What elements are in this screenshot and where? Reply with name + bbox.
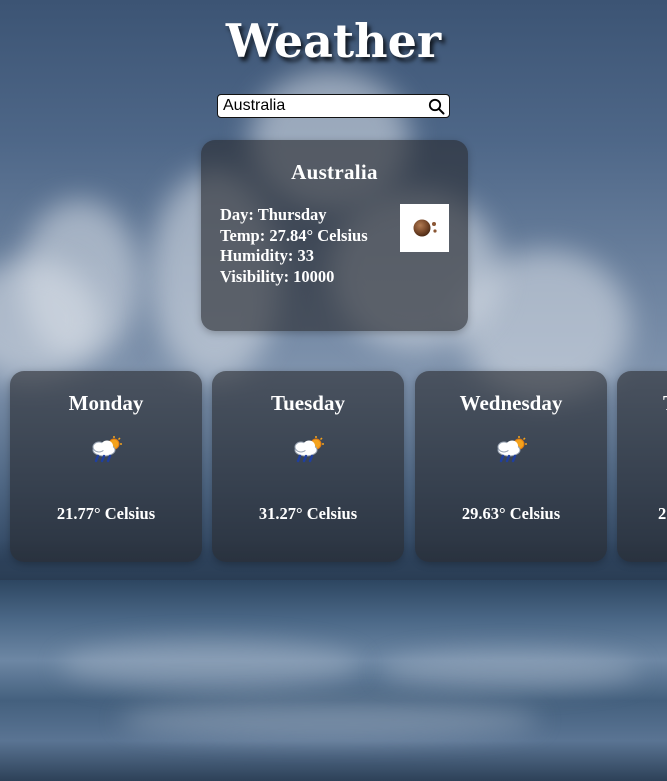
forecast-day: Wednesday: [459, 391, 563, 415]
search-input[interactable]: [218, 96, 423, 116]
rain-sun-icon: [492, 435, 530, 465]
overcast-icon: [400, 204, 449, 252]
rain-sun-icon: [289, 435, 327, 465]
forecast-card: T 2: [617, 371, 667, 562]
forecast-card: Monday 21.77° Celsius: [10, 371, 202, 562]
current-humidity: Humidity: 33: [220, 246, 314, 265]
forecast-temp: 29.63° Celsius: [461, 504, 561, 523]
city-name: Australia: [291, 160, 378, 184]
current-details: Day: Thursday Temp: 27.84° Celsius Humid…: [220, 205, 368, 287]
current-weather-card: Australia Day: Thursday Temp: 27.84° Cel…: [201, 140, 468, 331]
rain-sun-icon: [87, 435, 125, 465]
water-reflection: [60, 640, 360, 690]
forecast-temp: 21.77° Celsius: [56, 504, 156, 523]
search-icon[interactable]: [426, 96, 446, 116]
current-temp: Temp: 27.84° Celsius: [220, 225, 368, 245]
current-visibility: Visibility: 10000: [220, 266, 335, 286]
forecast-temp: 31.27° Celsius: [258, 504, 358, 523]
water-reflection: [120, 700, 540, 740]
forecast-card: Tuesday 31.27° Celsius: [212, 371, 404, 562]
forecast-day: Monday: [68, 391, 144, 415]
forecast-temp: 2: [658, 504, 667, 523]
forecast-day: Tuesday: [271, 391, 345, 415]
forecast-card: Wednesday 29.63° Celsius: [415, 371, 607, 562]
page-title: Weather: [225, 14, 442, 68]
water-reflection: [380, 650, 640, 690]
search-box[interactable]: [217, 94, 450, 118]
forecast-day: T: [663, 391, 667, 416]
current-day: Day: Thursday: [220, 205, 327, 224]
